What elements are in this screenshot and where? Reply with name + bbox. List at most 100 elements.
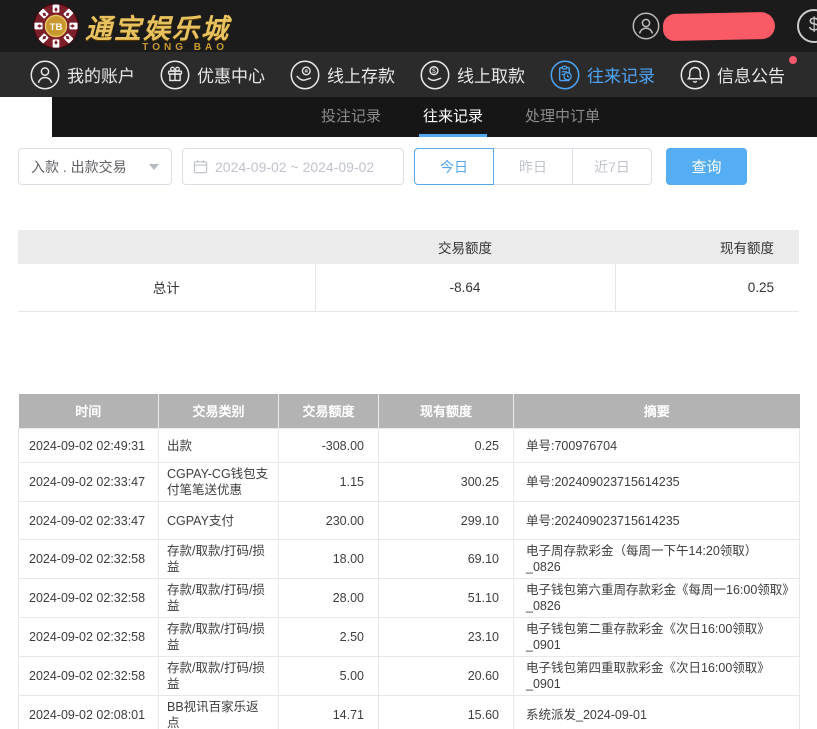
cell-type: BB视讯百家乐返点: [159, 696, 279, 729]
cell-balance: 20.60: [379, 657, 514, 696]
nav-label: 优惠中心: [197, 62, 265, 87]
calendar-icon: [193, 159, 208, 174]
user-icon: [30, 60, 60, 90]
dollar-symbol: $: [809, 15, 817, 37]
summary-total-label: 总计: [18, 264, 315, 311]
wallet-dollar-icon[interactable]: $: [797, 9, 817, 43]
withdraw-coin-hand-icon: $: [420, 60, 450, 90]
gift-icon: [160, 60, 190, 90]
cell-time: 2024-09-02 02:32:58: [19, 657, 159, 696]
cell-amount: 1.15: [279, 463, 379, 502]
transactions-header-row: 时间 交易类别 交易额度 现有额度 摘要: [19, 394, 800, 429]
chevron-down-icon: [149, 164, 159, 170]
cell-time: 2024-09-02 02:33:47: [19, 502, 159, 540]
cell-amount: 28.00: [279, 579, 379, 618]
cell-type: 出款: [159, 429, 279, 463]
cell-balance: 51.10: [379, 579, 514, 618]
nav-item-online-deposit[interactable]: 线上存款: [290, 60, 395, 90]
nav-label: 往来记录: [587, 62, 655, 87]
cell-type: 存款/取款/打码/损益: [159, 540, 279, 579]
cell-balance: 0.25: [379, 429, 514, 463]
quick-date-button-group: 今日 昨日 近7日: [414, 148, 652, 185]
cell-balance: 299.10: [379, 502, 514, 540]
account-avatar-icon[interactable]: [632, 12, 660, 40]
nav-label: 线上存款: [327, 62, 395, 87]
cell-balance: 23.10: [379, 618, 514, 657]
col-header-time: 时间: [19, 394, 159, 429]
transactions-table: 时间 交易类别 交易额度 现有额度 摘要 2024-09-02 02:49:31…: [18, 394, 800, 729]
cell-amount: 18.00: [279, 540, 379, 579]
sub-navigation: 投注记录 往来记录 处理中订单: [52, 97, 817, 137]
cell-summary: 单号:700976704: [514, 429, 800, 463]
top-bar: TB 通宝娱乐城 TONG BAO $: [0, 0, 817, 52]
search-button[interactable]: 查询: [666, 148, 747, 185]
table-row: 2024-09-02 02:32:58 存款/取款/打码/损益 18.00 69…: [19, 540, 800, 579]
nav-item-my-account[interactable]: 我的账户: [30, 60, 135, 90]
brand-name-en: TONG BAO: [142, 42, 228, 53]
table-row: 2024-09-02 02:49:31 出款 -308.00 0.25 单号:7…: [19, 429, 800, 463]
tab-transaction-records[interactable]: 往来记录: [419, 97, 487, 137]
summary-header-empty: [18, 230, 315, 264]
poker-chip-logo-icon: TB: [33, 3, 79, 49]
bell-icon: [680, 60, 710, 90]
nav-item-online-withdraw[interactable]: $ 线上取款: [420, 60, 525, 90]
nav-item-announcements[interactable]: 信息公告: [680, 60, 785, 90]
table-row: 2024-09-02 02:32:58 存款/取款/打码/损益 28.00 51…: [19, 579, 800, 618]
brand-name-cn: 通宝娱乐城: [85, 7, 230, 46]
brand-logo[interactable]: TB 通宝娱乐城 TONG BAO: [33, 3, 230, 49]
cell-summary: 单号:202409023715614235: [514, 502, 800, 540]
cell-summary: 电子钱包第六重周存款彩金《每周一16:00领取》_0826: [514, 579, 800, 618]
summary-total-row: 总计 -8.64 0.25: [18, 264, 799, 311]
cell-type: 存款/取款/打码/损益: [159, 618, 279, 657]
cell-time: 2024-09-02 02:32:58: [19, 579, 159, 618]
cell-amount: -308.00: [279, 429, 379, 463]
transaction-type-select[interactable]: 入款 . 出款交易: [18, 148, 172, 185]
tab-bet-records[interactable]: 投注记录: [317, 97, 385, 137]
main-navigation: 我的账户 优惠中心 线上存款 $ 线上取款: [0, 52, 817, 97]
cell-amount: 14.71: [279, 696, 379, 729]
col-header-balance: 现有额度: [379, 394, 514, 429]
table-row: 2024-09-02 02:32:58 存款/取款/打码/损益 2.50 23.…: [19, 618, 800, 657]
date-range-value: 2024-09-02 ~ 2024-09-02: [215, 159, 374, 175]
cell-summary: 电子钱包第四重取款彩金《次日16:00领取》_0901: [514, 657, 800, 696]
nav-item-promotions[interactable]: 优惠中心: [160, 60, 265, 90]
filter-bar: 入款 . 出款交易 2024-09-02 ~ 2024-09-02 今日 昨日 …: [18, 148, 817, 185]
nav-label: 信息公告: [717, 62, 785, 87]
brand-text: 通宝娱乐城 TONG BAO: [85, 7, 230, 46]
table-row: 2024-09-02 02:33:47 CGPAY-CG钱包支付笔笔送优惠 1.…: [19, 463, 800, 502]
tab-pending-orders[interactable]: 处理中订单: [521, 97, 604, 137]
cell-time: 2024-09-02 02:32:58: [19, 540, 159, 579]
summary-header-row: 交易额度 现有额度: [18, 230, 799, 264]
cell-amount: 5.00: [279, 657, 379, 696]
col-header-amount: 交易额度: [279, 394, 379, 429]
summary-header-amount: 交易额度: [315, 230, 615, 264]
redacted-username: [663, 11, 776, 40]
cell-type: CGPAY支付: [159, 502, 279, 540]
date-range-input[interactable]: 2024-09-02 ~ 2024-09-02: [182, 148, 404, 185]
cell-type: 存款/取款/打码/损益: [159, 579, 279, 618]
cell-time: 2024-09-02 02:49:31: [19, 429, 159, 463]
records-clipboard-clock-icon: [550, 60, 580, 90]
table-row: 2024-09-02 02:08:01 BB视讯百家乐返点 14.71 15.6…: [19, 696, 800, 729]
cell-type: 存款/取款/打码/损益: [159, 657, 279, 696]
nav-label: 我的账户: [67, 62, 135, 87]
cell-time: 2024-09-02 02:32:58: [19, 618, 159, 657]
cell-summary: 电子钱包第二重存款彩金《次日16:00领取》_0901: [514, 618, 800, 657]
cell-balance: 15.60: [379, 696, 514, 729]
cell-balance: 300.25: [379, 463, 514, 502]
cell-balance: 69.10: [379, 540, 514, 579]
transaction-type-value: 入款 . 出款交易: [31, 157, 149, 177]
summary-table: 交易额度 现有额度 总计 -8.64 0.25: [18, 230, 799, 312]
last7days-button[interactable]: 近7日: [572, 148, 652, 185]
col-header-summary: 摘要: [514, 394, 800, 429]
nav-label: 线上取款: [457, 62, 525, 87]
cell-time: 2024-09-02 02:33:47: [19, 463, 159, 502]
cell-amount: 2.50: [279, 618, 379, 657]
cell-type: CGPAY-CG钱包支付笔笔送优惠: [159, 463, 279, 502]
nav-item-transaction-records[interactable]: 往来记录: [550, 60, 655, 90]
today-button[interactable]: 今日: [414, 148, 494, 185]
notification-badge: [789, 56, 797, 64]
yesterday-button[interactable]: 昨日: [493, 148, 573, 185]
summary-total-balance: 0.25: [615, 264, 799, 311]
table-row: 2024-09-02 02:33:47 CGPAY支付 230.00 299.1…: [19, 502, 800, 540]
